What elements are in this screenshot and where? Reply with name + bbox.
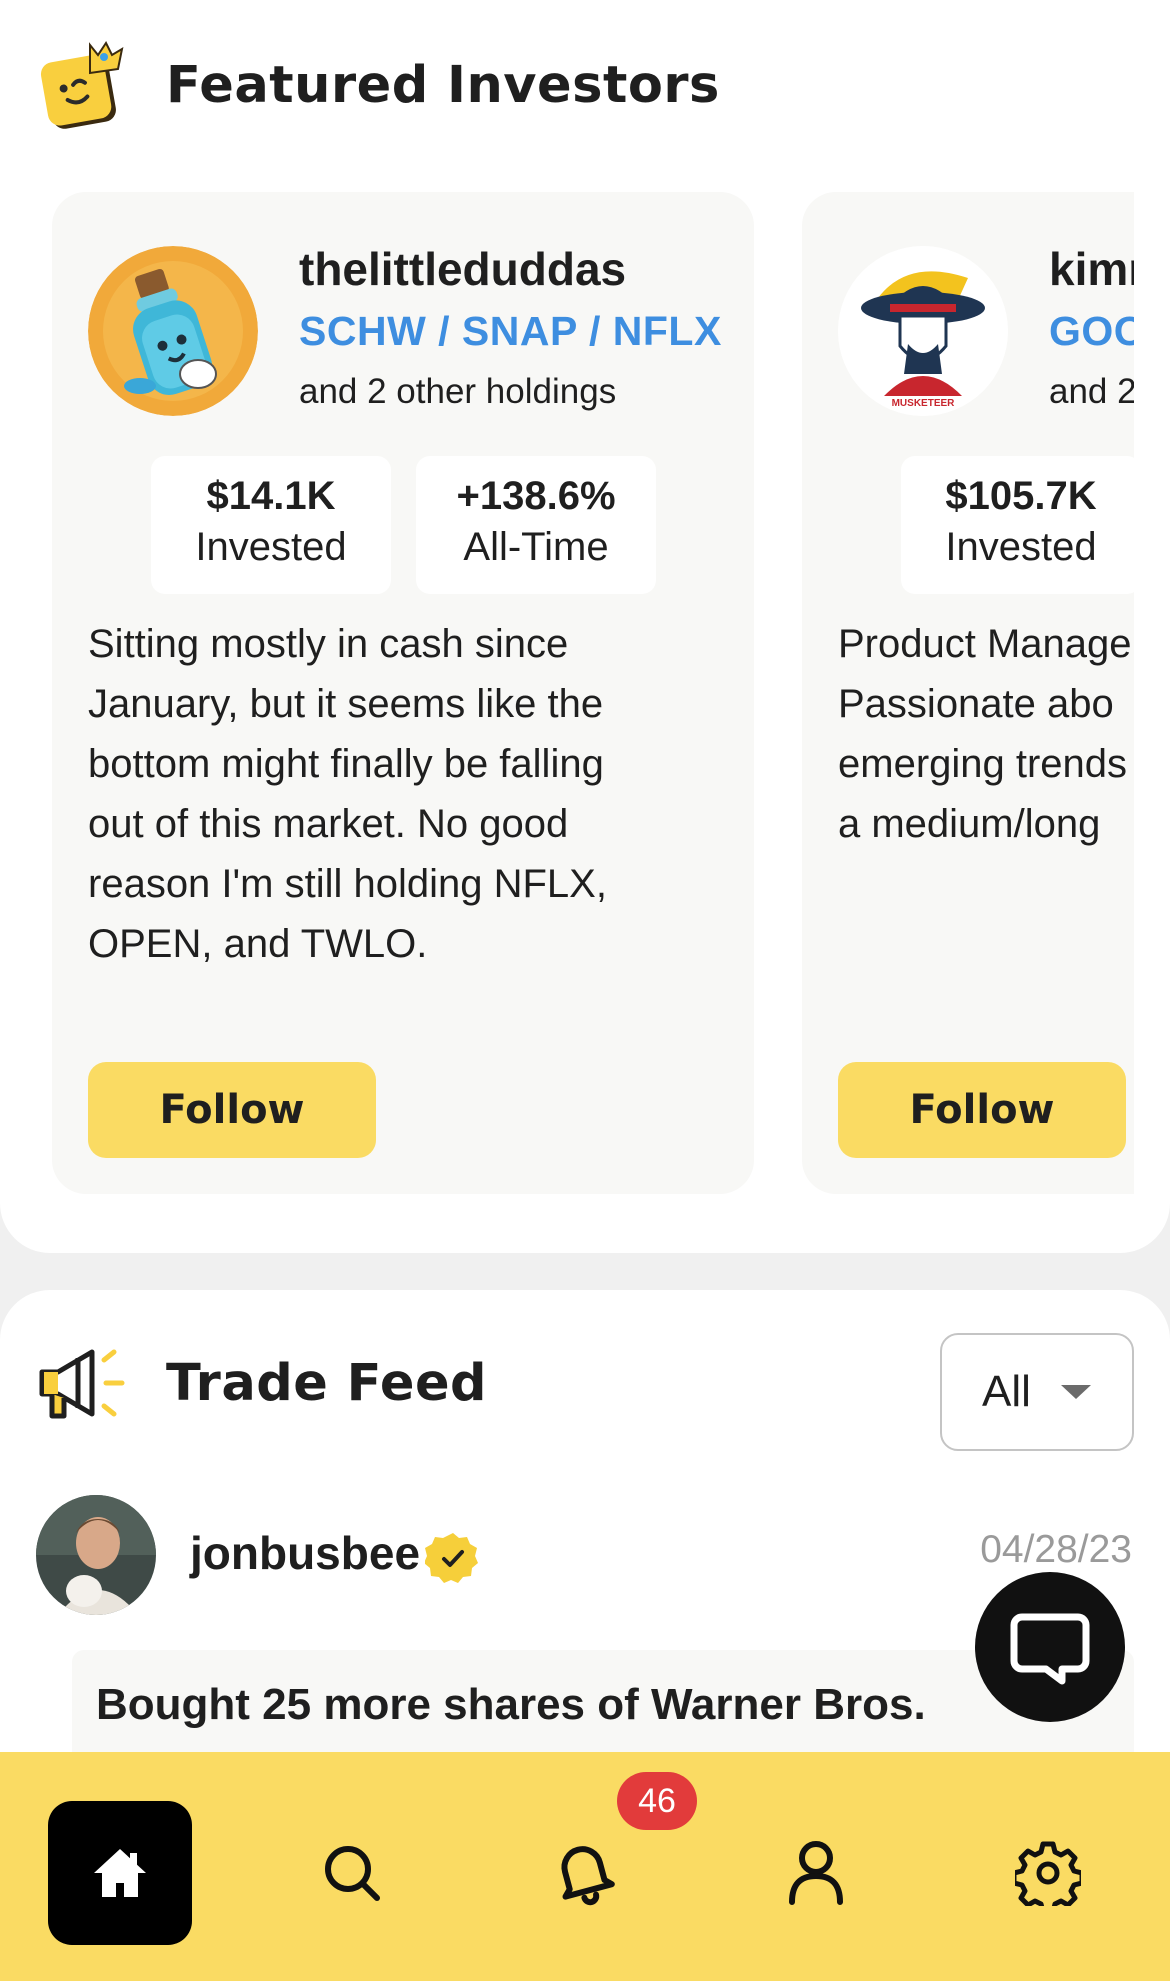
megaphone-icon bbox=[39, 1349, 125, 1419]
investor-tickers[interactable]: GOO bbox=[1049, 308, 1134, 355]
verified-badge-icon bbox=[425, 1533, 478, 1583]
filter-selected: All bbox=[982, 1367, 1031, 1416]
trade-feed-header: Trade Feed bbox=[34, 1336, 487, 1430]
feed-filter-select[interactable]: All bbox=[940, 1333, 1134, 1451]
trade-feed-title: Trade Feed bbox=[166, 1353, 488, 1413]
bottle-avatar-icon bbox=[88, 246, 258, 416]
nav-search[interactable] bbox=[280, 1801, 424, 1945]
user-photo-avatar bbox=[36, 1495, 156, 1615]
bell-icon bbox=[561, 1846, 615, 1906]
investor-bio: Sitting mostly in cash since January, bu… bbox=[88, 622, 607, 966]
stat-label: Invested bbox=[195, 525, 347, 569]
featured-header: Featured Investors bbox=[38, 38, 720, 132]
investor-other-holdings: and 2 other holdings bbox=[299, 372, 617, 411]
stat-label: Invested bbox=[945, 525, 1097, 569]
investor-username[interactable]: thelittleduddas bbox=[299, 242, 626, 296]
post-username[interactable]: jonbusbee bbox=[190, 1526, 420, 1580]
chat-bubble-icon bbox=[1010, 1613, 1090, 1685]
musketeer-avatar-icon bbox=[838, 246, 1008, 416]
stat-invested: $105.7K Invested bbox=[901, 456, 1134, 594]
bottom-nav: 46 bbox=[0, 1752, 1170, 1981]
stat-invested: $14.1K Invested bbox=[151, 456, 391, 594]
crown-cube-icon bbox=[40, 41, 124, 129]
gear-icon bbox=[1015, 1841, 1081, 1906]
investor-card[interactable]: thelittleduddas SCHW / SNAP / NFLX and 2… bbox=[52, 192, 754, 1194]
search-icon bbox=[325, 1846, 380, 1901]
stat-value: $105.7K bbox=[945, 474, 1097, 518]
avatar[interactable] bbox=[88, 246, 258, 416]
stat-value: +138.6% bbox=[456, 474, 616, 518]
investor-carousel[interactable]: thelittleduddas SCHW / SNAP / NFLX and 2… bbox=[52, 192, 1134, 1194]
investor-username[interactable]: kimr bbox=[1049, 242, 1134, 296]
avatar-caption: MUSKETEER bbox=[891, 398, 955, 409]
post-text: Bought 25 more shares of Warner Bros. bbox=[96, 1680, 926, 1729]
featured-investors-panel: Featured Investors thelittleduddas SCHW … bbox=[0, 0, 1170, 1253]
nav-profile[interactable] bbox=[744, 1801, 888, 1945]
user-icon bbox=[789, 1841, 843, 1905]
notification-count-badge: 46 bbox=[617, 1772, 697, 1830]
avatar[interactable]: MUSKETEER bbox=[838, 246, 1008, 416]
nav-settings[interactable] bbox=[976, 1801, 1120, 1945]
chat-support-button[interactable] bbox=[975, 1572, 1125, 1722]
chevron-down-icon bbox=[1060, 1385, 1091, 1399]
follow-button[interactable]: Follow bbox=[88, 1062, 376, 1158]
investor-other-holdings: and 2 bbox=[1049, 372, 1134, 411]
follow-button[interactable]: Follow bbox=[838, 1062, 1126, 1158]
investor-card[interactable]: MUSKETEER kimr GOO and 2 $105.7K Investe… bbox=[802, 192, 1134, 1194]
stat-value: $14.1K bbox=[206, 474, 336, 518]
featured-title: Featured Investors bbox=[166, 55, 720, 115]
nav-home[interactable] bbox=[48, 1801, 192, 1945]
stat-all-time: +138.6% All-Time bbox=[416, 456, 656, 594]
investor-tickers[interactable]: SCHW / SNAP / NFLX bbox=[299, 308, 722, 355]
post-date: 04/28/23 bbox=[980, 1528, 1132, 1571]
avatar[interactable] bbox=[36, 1495, 156, 1615]
home-icon bbox=[94, 1849, 146, 1897]
investor-bio: Product Manage Passionate abo emerging t… bbox=[838, 622, 1132, 846]
stat-label: All-Time bbox=[463, 525, 609, 569]
